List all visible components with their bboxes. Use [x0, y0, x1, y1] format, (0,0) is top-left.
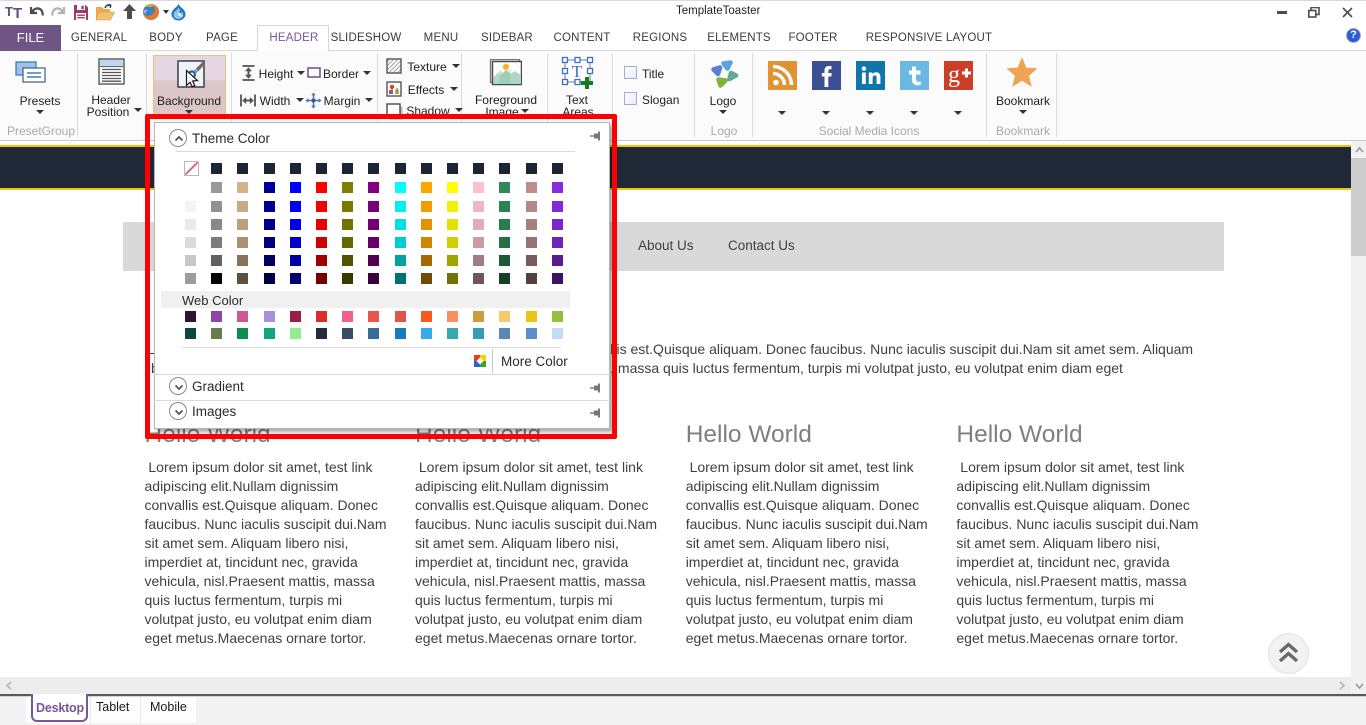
svg-text:T: T	[572, 62, 583, 81]
svg-text:g: g	[948, 62, 960, 88]
